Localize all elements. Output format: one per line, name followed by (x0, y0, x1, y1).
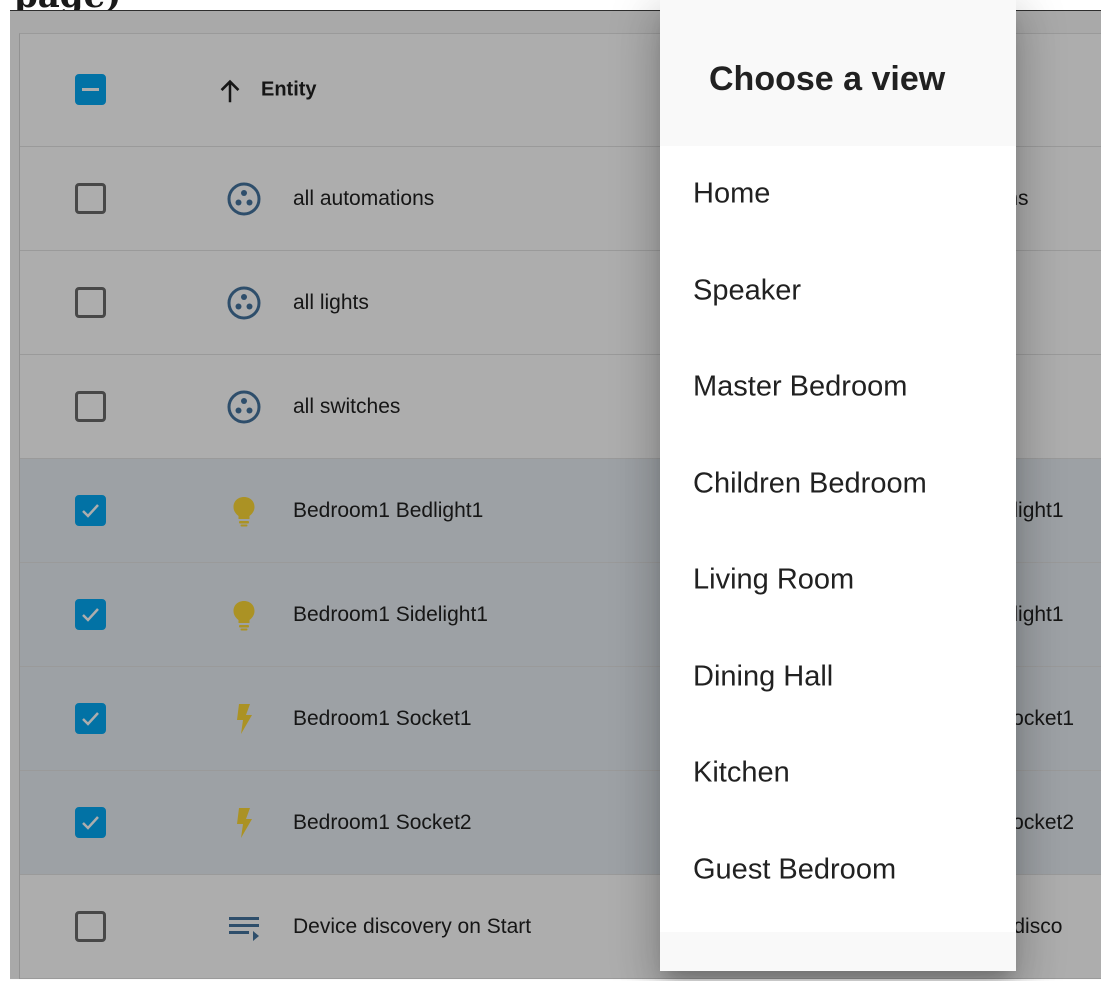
view-option-label: Guest Bedroom (693, 853, 897, 886)
view-option-dining-hall[interactable]: Dining Hall (660, 629, 1016, 726)
view-option-label: Kitchen (693, 756, 790, 789)
view-option-label: Master Bedroom (693, 370, 908, 403)
view-list: Home Speaker Master Bedroom Children Bed… (660, 146, 1016, 918)
view-option-label: Living Room (693, 563, 855, 596)
view-option-home[interactable]: Home (660, 146, 1016, 243)
dialog-header: Choose a view (660, 0, 1016, 146)
view-option-label: Dining Hall (693, 660, 834, 693)
choose-view-dialog: Choose a view Home Speaker Master Bedroo… (660, 0, 1016, 971)
view-option-master-bedroom[interactable]: Master Bedroom (660, 339, 1016, 436)
view-option-label: Speaker (693, 274, 802, 307)
view-option-children-bedroom[interactable]: Children Bedroom (660, 436, 1016, 533)
view-option-speaker[interactable]: Speaker (660, 243, 1016, 340)
view-option-label: Home (693, 177, 771, 210)
view-option-living-room[interactable]: Living Room (660, 532, 1016, 629)
dialog-footer (660, 932, 1016, 971)
dialog-title: Choose a view (709, 60, 946, 98)
view-option-label: Children Bedroom (693, 467, 927, 500)
view-option-guest-bedroom[interactable]: Guest Bedroom (660, 822, 1016, 919)
view-option-kitchen[interactable]: Kitchen (660, 725, 1016, 822)
